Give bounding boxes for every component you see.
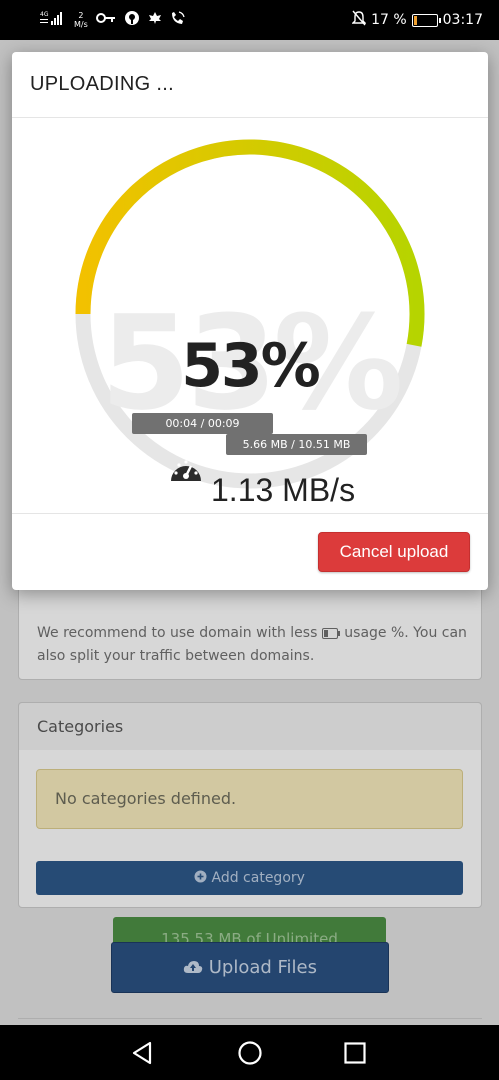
status-right: 17 % 03:17 bbox=[351, 8, 483, 32]
battery-percent: 17 % bbox=[371, 12, 407, 28]
navigation-bar bbox=[0, 1025, 499, 1080]
recents-icon[interactable] bbox=[342, 1040, 368, 1066]
vpn-icon bbox=[124, 10, 140, 30]
network-type-label: 4G bbox=[40, 11, 49, 18]
wifi-calling-icon bbox=[170, 10, 186, 30]
dialog-header: UPLOADING ... bbox=[12, 52, 488, 118]
status-left: 4G 2 M/s bbox=[40, 8, 186, 32]
status-bar: 4G 2 M/s 17 % 03:17 bbox=[0, 0, 499, 40]
net-speed-unit: M/s bbox=[74, 20, 88, 29]
net-speed-value: 2 bbox=[78, 11, 84, 20]
clock: 03:17 bbox=[442, 12, 483, 28]
dialog-title: UPLOADING ... bbox=[30, 73, 174, 95]
key-icon bbox=[95, 12, 116, 28]
net-speed: 2 M/s bbox=[74, 11, 88, 29]
battery-level bbox=[413, 15, 418, 25]
cancel-upload-button[interactable]: Cancel upload bbox=[318, 532, 470, 572]
upload-progress-dialog: UPLOADING ... 53% 53% 00:04 / 00:09 5.66… bbox=[12, 52, 488, 590]
home-icon[interactable] bbox=[237, 1040, 263, 1066]
dialog-body: 53% 53% 00:04 / 00:09 5.66 MB / 10.51 MB… bbox=[12, 118, 488, 514]
back-icon[interactable] bbox=[130, 1040, 156, 1066]
leaf-icon bbox=[148, 11, 162, 29]
progress-percent: 53% bbox=[181, 331, 321, 401]
mute-notifications-icon bbox=[351, 10, 367, 30]
upload-speed: 1.13 MB/s bbox=[211, 472, 356, 508]
battery-icon bbox=[411, 13, 441, 27]
dialog-footer: Cancel upload bbox=[12, 514, 488, 590]
transferred-size: 5.66 MB / 10.51 MB bbox=[226, 434, 367, 455]
signal-icon: 4G bbox=[40, 10, 66, 30]
speedometer-icon bbox=[171, 460, 201, 481]
elapsed-time: 00:04 / 00:09 bbox=[132, 413, 273, 434]
